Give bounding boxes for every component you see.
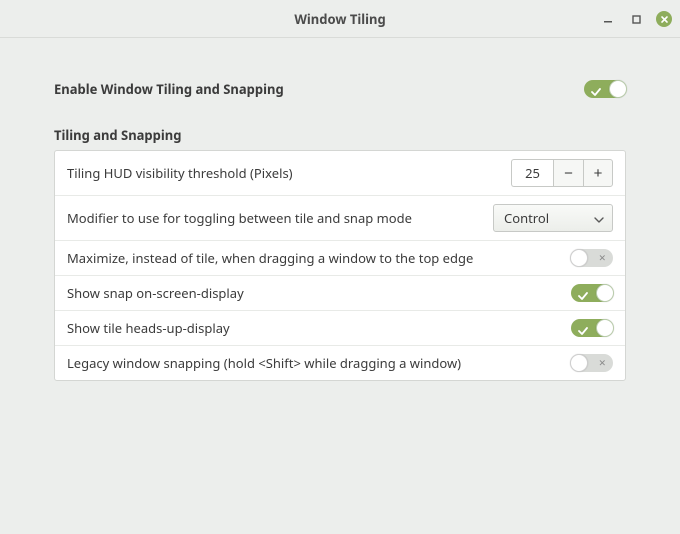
plus-icon: + [594, 165, 603, 182]
x-icon: ✕ [598, 358, 606, 367]
row-modifier: Modifier to use for toggling between til… [55, 196, 625, 241]
maximize-top-toggle[interactable]: ✕ [571, 249, 613, 267]
section-title: Tiling and Snapping [54, 126, 626, 144]
chevron-down-icon [594, 209, 604, 227]
settings-panel: Tiling HUD visibility threshold (Pixels)… [54, 150, 626, 381]
toggle-knob [609, 80, 627, 98]
check-icon [591, 83, 601, 101]
snap-osd-label: Show snap on-screen-display [67, 284, 561, 302]
minimize-icon [603, 14, 613, 24]
row-legacy: Legacy window snapping (hold <Shift> whi… [55, 346, 625, 380]
master-toggle[interactable] [584, 80, 626, 98]
master-toggle-label: Enable Window Tiling and Snapping [54, 80, 284, 98]
window-title: Window Tiling [294, 10, 385, 28]
modifier-label: Modifier to use for toggling between til… [67, 209, 483, 227]
window-controls [600, 0, 672, 38]
modifier-dropdown[interactable]: Control [493, 204, 613, 232]
master-toggle-row: Enable Window Tiling and Snapping [54, 58, 626, 112]
tile-hud-toggle[interactable] [571, 319, 613, 337]
row-snap-osd: Show snap on-screen-display [55, 276, 625, 311]
maximize-top-label: Maximize, instead of tile, when dragging… [67, 249, 561, 267]
close-button[interactable] [656, 11, 672, 27]
toggle-knob [596, 319, 614, 337]
hud-threshold-input[interactable] [511, 159, 553, 187]
close-icon [660, 15, 669, 24]
tile-hud-label: Show tile heads-up-display [67, 319, 561, 337]
row-maximize-top: Maximize, instead of tile, when dragging… [55, 241, 625, 276]
hud-threshold-minus-button[interactable]: − [553, 159, 583, 187]
check-icon [578, 287, 588, 305]
minimize-button[interactable] [600, 11, 616, 27]
row-tile-hud: Show tile heads-up-display [55, 311, 625, 346]
minus-icon: − [564, 165, 573, 182]
hud-threshold-label: Tiling HUD visibility threshold (Pixels) [67, 164, 501, 182]
snap-osd-toggle[interactable] [571, 284, 613, 302]
maximize-icon [632, 15, 641, 24]
toggle-knob [596, 284, 614, 302]
hud-threshold-spinner: − + [511, 159, 613, 187]
maximize-button[interactable] [628, 11, 644, 27]
check-icon [578, 322, 588, 340]
x-icon: ✕ [598, 253, 606, 262]
row-hud-threshold: Tiling HUD visibility threshold (Pixels)… [55, 151, 625, 196]
legacy-toggle[interactable]: ✕ [571, 354, 613, 372]
titlebar: Window Tiling [0, 0, 680, 38]
hud-threshold-plus-button[interactable]: + [583, 159, 613, 187]
content-area: Enable Window Tiling and Snapping Tiling… [0, 38, 680, 381]
toggle-knob [570, 354, 588, 372]
modifier-selected: Control [504, 209, 549, 227]
legacy-label: Legacy window snapping (hold <Shift> whi… [67, 354, 561, 372]
toggle-knob [570, 249, 588, 267]
